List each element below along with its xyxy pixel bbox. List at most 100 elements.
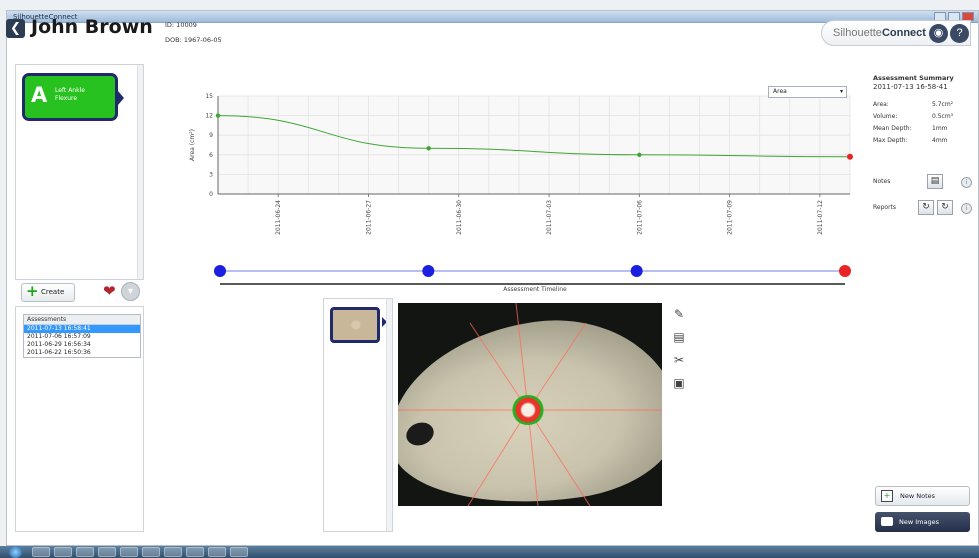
create-label: Create <box>41 288 65 296</box>
new-note-icon: + <box>881 490 893 502</box>
export-icon[interactable]: ▣ <box>671 375 687 391</box>
back-button[interactable]: ❮ <box>6 19 25 38</box>
report-export-button[interactable]: ↻ <box>937 200 953 215</box>
summary-label: Volume: <box>873 113 898 120</box>
measure-icon[interactable]: ▤ <box>671 329 687 345</box>
x-tick-label: 2011-06-27 <box>365 200 372 235</box>
patient-id: ID: 10009 <box>165 21 197 29</box>
y-tick-label: 9 <box>209 132 213 139</box>
y-tick-label: 6 <box>209 152 213 159</box>
metric-select[interactable]: Area ▾ <box>768 86 847 98</box>
new-notes-button[interactable]: + New Notes <box>875 486 970 506</box>
summary-row: Volume: 0.5cm³ <box>873 111 977 123</box>
data-point <box>637 152 642 157</box>
taskbar-app[interactable] <box>142 547 160 557</box>
taskbar-app[interactable] <box>186 547 204 557</box>
wound-label: Left Ankle Flexure <box>55 87 85 103</box>
assessment-timeline[interactable] <box>210 260 855 286</box>
brand-text-light: Silhouette <box>833 27 882 39</box>
heart-icon[interactable]: ❤ <box>103 283 119 299</box>
summary-title: Assessment Summary <box>873 74 954 82</box>
os-taskbar <box>0 546 979 558</box>
summary-value: 4mm <box>932 137 948 144</box>
assessments-header: Assessments <box>24 315 140 325</box>
reports-label: Reports <box>873 204 897 211</box>
wound-image-viewer[interactable] <box>398 303 662 506</box>
wound-tile[interactable]: A Left Ankle Flexure <box>22 73 124 121</box>
x-tick-label: 2011-07-06 <box>636 200 643 235</box>
wound-list-scrollbar[interactable] <box>137 65 143 279</box>
brand-text-bold: Connect <box>881 27 926 39</box>
x-tick-label: 2011-07-09 <box>727 200 734 235</box>
back-arrow-icon: ❮ <box>10 21 21 36</box>
reports-info-icon[interactable]: i <box>961 203 972 214</box>
image-thumbnail[interactable] <box>330 307 380 343</box>
summary-date: 2011-07-13 16-58-41 <box>873 83 948 91</box>
report-button[interactable]: ↻ <box>918 200 934 215</box>
wound-selected-arrow <box>118 91 124 105</box>
shield-icon[interactable]: ▾ <box>121 282 140 301</box>
new-images-button[interactable]: New Images <box>875 512 970 532</box>
x-tick-label: 2011-06-30 <box>456 200 463 235</box>
y-axis-label: Area (cm²) <box>189 129 196 161</box>
timeline-node[interactable] <box>214 265 226 277</box>
plus-icon: + <box>26 282 39 300</box>
patient-dob: DOB: 1967-06-05 <box>165 36 222 44</box>
chevron-down-icon: ▾ <box>839 88 843 95</box>
summary-value: 0.5cm³ <box>932 113 954 120</box>
start-button[interactable] <box>9 546 22 558</box>
x-tick-label: 2011-07-12 <box>817 200 824 235</box>
assessment-item[interactable]: 2011-06-22 16:50:36 <box>24 349 140 357</box>
taskbar-app[interactable] <box>32 547 50 557</box>
wound-list-panel: A Left Ankle Flexure <box>15 64 144 280</box>
help-icon[interactable]: ? <box>950 24 969 43</box>
y-tick-label: 15 <box>205 93 213 100</box>
taskbar-apps <box>32 547 248 557</box>
wound-label-line1: Left Ankle <box>55 87 85 94</box>
summary-label: Area: <box>873 101 889 108</box>
wound-outline[interactable] <box>511 395 545 425</box>
timeline-label: Assessment Timeline <box>503 286 567 293</box>
create-button[interactable]: + Create <box>21 283 75 302</box>
x-tick-label: 2011-07-03 <box>546 200 553 235</box>
taskbar-app[interactable] <box>164 547 182 557</box>
taskbar-app[interactable] <box>230 547 248 557</box>
timeline-node[interactable] <box>630 265 643 277</box>
taskbar-app[interactable] <box>76 547 94 557</box>
notes-info-icon[interactable]: i <box>961 177 972 188</box>
taskbar-app[interactable] <box>120 547 138 557</box>
lock-icon[interactable]: ◉ <box>929 24 948 43</box>
image-thumbnails-panel <box>323 298 393 532</box>
new-notes-label: New Notes <box>900 492 936 500</box>
taskbar-app[interactable] <box>208 547 226 557</box>
assessment-item[interactable]: 2011-07-13 16:58:41 <box>24 325 140 333</box>
report-icon: ↻ <box>922 202 930 212</box>
summary-value: 1mm <box>932 125 948 132</box>
metric-select-value: Area <box>773 88 787 95</box>
assessment-item[interactable]: 2011-07-06 16:57:09 <box>24 333 140 341</box>
summary-row: Mean Depth: 1mm <box>873 123 977 135</box>
timeline-node[interactable] <box>839 265 851 277</box>
notes-label: Notes <box>873 178 891 185</box>
pencil-icon[interactable]: ✎ <box>671 306 687 322</box>
scissors-icon[interactable]: ✂ <box>671 352 687 368</box>
image-tools: ✎ ▤ ✂ ▣ <box>671 306 689 398</box>
assessment-item[interactable]: 2011-06-29 16:56:34 <box>24 341 140 349</box>
taskbar-app[interactable] <box>98 547 116 557</box>
wound-label-line2: Flexure <box>55 95 78 102</box>
thumbnails-scrollbar[interactable] <box>386 299 392 531</box>
timeline-node[interactable] <box>422 265 435 277</box>
brand-logo: SilhouetteConnect ◉ ? <box>821 20 971 46</box>
patient-meta: ID: 10009 DOB: 1967-06-05 <box>165 18 222 48</box>
data-point <box>215 113 221 118</box>
notes-row: Notes ▤ i <box>873 174 977 192</box>
reports-row: Reports ↻ ↻ i <box>873 200 977 218</box>
x-tick-label: 2011-06-24 <box>275 200 282 235</box>
summary-value: 5.7cm² <box>932 101 954 108</box>
patient-name: John Brown <box>31 16 153 38</box>
area-trend-chart: 0 3 6 9 12 15 Area (cm²) 2011-06-24 2011-06-27 20… <box>189 93 853 235</box>
camera-icon <box>881 517 893 526</box>
taskbar-app[interactable] <box>54 547 72 557</box>
notes-button[interactable]: ▤ <box>927 174 943 189</box>
assessments-list[interactable]: Assessments 2011-07-13 16:58:41 2011-07-… <box>23 314 141 358</box>
